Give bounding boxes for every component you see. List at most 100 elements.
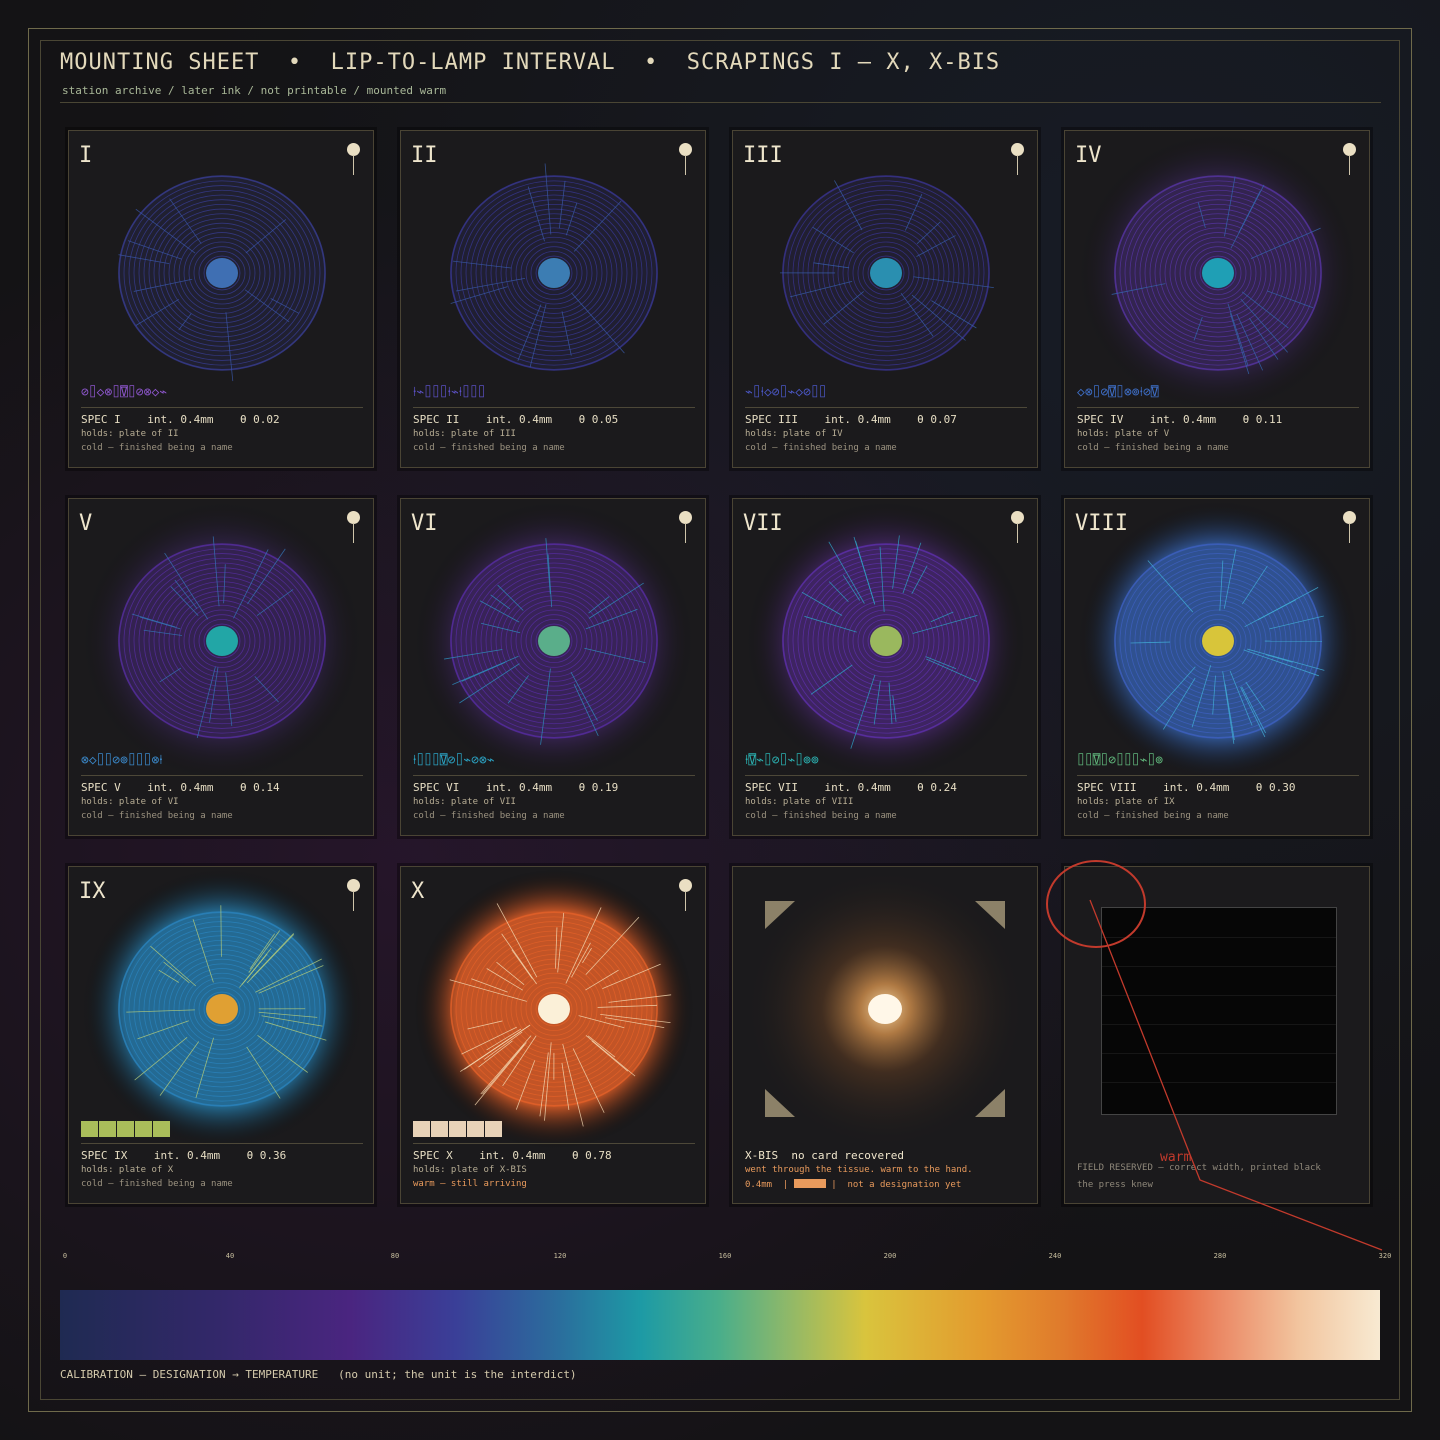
pin-stem: [685, 523, 686, 543]
disc-core: [206, 258, 238, 288]
page-title: MOUNTING SHEET • LIP-TO-LAMP INTERVAL • …: [60, 50, 1001, 75]
holds-label: holds: plate of V: [1077, 429, 1170, 439]
card-x-bis[interactable]: X-BIS no card recovered went through the…: [732, 866, 1038, 1204]
spec-label: SPEC VI int. 0.4mm θ 0.19: [413, 781, 619, 794]
scale-tick-label: 80: [390, 1252, 400, 1260]
glyph-inscription: ⍿⌷⌷⌷⍔⊘⌷⌁⊘⊗⌁: [413, 753, 495, 768]
card-numeral: VIII: [1075, 511, 1128, 536]
glyph-inscription: ⍿⍔⌁⌷⊘⌷⌁⌷⊚⊚: [745, 753, 819, 768]
x-bis-core: [868, 994, 902, 1024]
disc-core: [870, 258, 902, 288]
card-spec-iv[interactable]: IV ◇⊗⌷⊘⍔⌷⊗⊚⍿⊘⍔ SPEC IV int. 0.4mm θ 0.11 ho…: [1064, 130, 1370, 468]
card-divider: [1077, 775, 1359, 776]
glyph-inscription: ⌷⌷⍔⌷⊘⌷⌷⌷⌁⌷⊚: [1077, 753, 1164, 768]
card-numeral: V: [79, 511, 93, 536]
card-divider: [745, 775, 1027, 776]
card-divider: [413, 407, 695, 408]
scale-tick-label: 120: [553, 1252, 567, 1260]
reserved-label: FIELD RESERVED — correct width, printed …: [1077, 1163, 1321, 1173]
card-divider: [81, 775, 363, 776]
card-divider: [81, 1143, 363, 1144]
spec-label: SPEC IX int. 0.4mm θ 0.36: [81, 1149, 287, 1162]
scale-tick-label: 0: [62, 1252, 68, 1260]
card-numeral: II: [411, 143, 438, 168]
card-numeral: IV: [1075, 143, 1102, 168]
card-divider: [81, 407, 363, 408]
state-label: cold — finished being a name: [413, 811, 565, 821]
scale-tick-label: 320: [1378, 1252, 1392, 1260]
ink-bar-strip: [81, 1121, 170, 1137]
card-spec-ii[interactable]: II ⍿⌁⌷⌷⌷⍿⌁⍿⌷⌷⌷ SPEC II int. 0.4mm θ 0.05 ho…: [400, 130, 706, 468]
calibration-spectrum-bar: [60, 1290, 1380, 1360]
card-spec-ix[interactable]: IX SPEC IX int. 0.4mm θ 0.36 holds: plate …: [68, 866, 374, 1204]
ink-bar: [485, 1121, 502, 1137]
holds-label: holds: plate of IV: [745, 429, 843, 439]
pushpin-icon: [347, 879, 361, 913]
card-spec-v[interactable]: V ⊗◇⌷⌷⊘⊚⌷⌷⌷⊗⍿ SPEC V int. 0.4mm θ 0.14 hold…: [68, 498, 374, 836]
pushpin-icon: [1343, 511, 1357, 545]
disc-core: [538, 258, 570, 288]
ink-bar: [431, 1121, 448, 1137]
card-divider: [745, 407, 1027, 408]
glyph-inscription: ◇⊗⌷⊘⍔⌷⊗⊚⍿⊘⍔: [1077, 385, 1159, 400]
header-rule: [60, 102, 1381, 103]
page-subtitle: station archive / later ink / not printa…: [62, 84, 447, 97]
pin-stem: [1349, 523, 1350, 543]
pin-stem: [685, 155, 686, 175]
card-spec-vi[interactable]: VI ⍿⌷⌷⌷⍔⊘⌷⌁⊘⊗⌁ SPEC VI int. 0.4mm θ 0.19 ho…: [400, 498, 706, 836]
card-numeral: X: [411, 879, 425, 904]
x-bis-interval: 0.4mm |: [745, 1180, 789, 1190]
calibration-caption: CALIBRATION — DESIGNATION → TEMPERATURE …: [60, 1368, 577, 1381]
spec-label: SPEC VII int. 0.4mm θ 0.24: [745, 781, 957, 794]
holds-label: holds: plate of II: [81, 429, 179, 439]
card-spec-x[interactable]: X SPEC X int. 0.4mm θ 0.78 holds: plate of…: [400, 866, 706, 1204]
pin-stem: [1349, 155, 1350, 175]
spec-label: SPEC I int. 0.4mm θ 0.02: [81, 413, 280, 426]
reserved-black-field: [1101, 907, 1337, 1115]
card-spec-viii[interactable]: VIII ⌷⌷⍔⌷⊘⌷⌷⌷⌁⌷⊚ SPEC VIII int. 0.4mm θ 0.…: [1064, 498, 1370, 836]
holds-label: holds: plate of IX: [1077, 797, 1175, 807]
glyph-inscription: ⍿⌁⌷⌷⌷⍿⌁⍿⌷⌷⌷: [413, 385, 486, 400]
spec-label: SPEC V int. 0.4mm θ 0.14: [81, 781, 280, 794]
holds-label: holds: plate of X-BIS: [413, 1165, 527, 1175]
holds-label: holds: plate of VIII: [745, 797, 854, 807]
card-numeral: III: [743, 143, 783, 168]
disc-core: [206, 626, 238, 656]
holds-label: holds: plate of III: [413, 429, 516, 439]
pin-stem: [353, 523, 354, 543]
pushpin-icon: [679, 511, 693, 545]
scale-tick-label: 40: [225, 1252, 235, 1260]
ink-bar: [99, 1121, 116, 1137]
state-label: cold — finished being a name: [745, 443, 897, 453]
ink-bar: [467, 1121, 484, 1137]
disc-core: [1202, 626, 1234, 656]
reserved-note: the press knew: [1077, 1180, 1153, 1190]
state-label: cold — finished being a name: [1077, 811, 1229, 821]
state-label: cold — finished being a name: [81, 443, 233, 453]
card-numeral: VII: [743, 511, 783, 536]
spec-label: SPEC X int. 0.4mm θ 0.78: [413, 1149, 612, 1162]
scale-tick-label: 200: [883, 1252, 897, 1260]
pushpin-icon: [1011, 143, 1025, 177]
card-spec-i[interactable]: I ⊘⌷◇⊗⌷⍔⌷⊘⊗◇⌁ SPEC I int. 0.4mm θ 0.02 hold…: [68, 130, 374, 468]
spec-label: SPEC II int. 0.4mm θ 0.05: [413, 413, 619, 426]
scale-tick-label: 160: [718, 1252, 732, 1260]
card-spec-iii[interactable]: III ⌁⌷⍿◇⊘⌷⌁◇⊘⌷⌷ SPEC III int. 0.4mm θ 0.07…: [732, 130, 1038, 468]
pushpin-icon: [347, 511, 361, 545]
annotation-warm-label: warm: [1160, 1150, 1192, 1165]
pushpin-icon: [1011, 511, 1025, 545]
state-label: cold — finished being a name: [1077, 443, 1229, 453]
card-numeral: I: [79, 143, 93, 168]
card-field-reserved[interactable]: FIELD RESERVED — correct width, printed …: [1064, 866, 1370, 1204]
x-bis-swatch: [793, 1179, 826, 1188]
state-label: cold — finished being a name: [81, 1179, 233, 1189]
spec-label: SPEC III int. 0.4mm θ 0.07: [745, 413, 957, 426]
glyph-inscription: ⊘⌷◇⊗⌷⍔⌷⊘⊗◇⌁: [81, 385, 168, 400]
disc-core: [538, 994, 570, 1024]
pushpin-icon: [679, 143, 693, 177]
card-spec-vii[interactable]: VII ⍿⍔⌁⌷⊘⌷⌁⌷⊚⊚ SPEC VII int. 0.4mm θ 0.24 h…: [732, 498, 1038, 836]
x-bis-title: X-BIS no card recovered: [745, 1149, 904, 1162]
state-label: cold — finished being a name: [745, 811, 897, 821]
card-divider: [413, 1143, 695, 1144]
ink-bar: [449, 1121, 466, 1137]
